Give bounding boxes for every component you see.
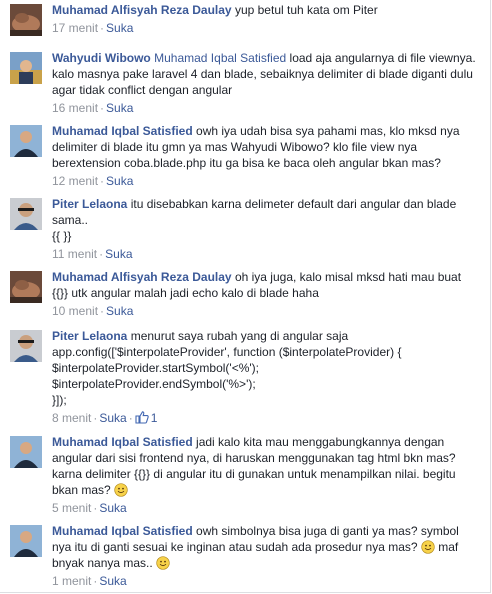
comment-author[interactable]: Piter Lelaona <box>52 197 127 211</box>
meta-separator: · <box>128 411 133 425</box>
meta-separator: · <box>100 304 105 318</box>
avatar[interactable] <box>10 4 42 36</box>
comment-meta: 17 menit · Suka <box>52 20 478 36</box>
comment-mention[interactable]: Muhamad Iqbal Satisfied <box>154 51 286 65</box>
smile-emoji-icon <box>114 483 128 497</box>
comment-author[interactable]: Muhamad Alfisyah Reza Daulay <box>52 270 232 284</box>
code-line: $interpolateProvider.endSymbol('%>'); <box>52 377 256 391</box>
comment-time[interactable]: 17 menit <box>52 21 98 35</box>
meta-separator: · <box>100 101 105 115</box>
comment-text: yup betul tuh kata om Piter <box>234 3 378 17</box>
comment-time[interactable]: 10 menit <box>52 304 98 318</box>
comments-panel: Muhamad Alfisyah Reza Daulay yup betul t… <box>0 0 491 593</box>
avatar[interactable] <box>10 436 42 468</box>
like-button[interactable]: Suka <box>99 501 126 515</box>
like-count[interactable]: 1 <box>151 411 158 425</box>
code-line: }]); <box>52 393 67 407</box>
comment-text: menurut saya rubah yang di angular saja <box>130 329 349 343</box>
comment-author[interactable]: Wahyudi Wibowo <box>52 51 151 65</box>
code-line: $interpolateProvider.startSymbol('<%'); <box>52 361 260 375</box>
meta-separator: · <box>99 247 104 261</box>
avatar[interactable] <box>10 125 42 157</box>
comment-time[interactable]: 5 menit <box>52 501 91 515</box>
comment-time[interactable]: 12 menit <box>52 174 98 188</box>
comment-time[interactable]: 11 menit <box>52 247 97 261</box>
comment-author[interactable]: Piter Lelaona <box>52 329 127 343</box>
avatar[interactable] <box>10 52 42 84</box>
comment-author[interactable]: Muhamad Iqbal Satisfied <box>52 435 193 449</box>
comment-meta: 12 menit · Suka <box>52 173 478 189</box>
comment-author[interactable]: Muhamad Alfisyah Reza Daulay <box>52 3 232 17</box>
avatar[interactable] <box>10 271 42 303</box>
like-button[interactable]: Suka <box>106 304 133 318</box>
comment-time[interactable]: 8 menit <box>52 411 91 425</box>
like-button[interactable]: Suka <box>99 411 126 425</box>
smile-emoji-icon <box>421 540 435 554</box>
avatar[interactable] <box>10 525 42 557</box>
like-button[interactable]: Suka <box>99 574 126 588</box>
comment-time[interactable]: 1 menit <box>52 574 91 588</box>
comment-meta: 1 menit · Suka <box>52 573 478 589</box>
comment-text-line: {{ }} <box>52 229 72 243</box>
smile-emoji-icon <box>156 556 170 570</box>
comment-meta: 16 menit · Suka <box>52 100 478 116</box>
like-button[interactable]: Suka <box>106 101 133 115</box>
avatar[interactable] <box>10 330 42 362</box>
thumbs-up-icon[interactable] <box>135 411 149 424</box>
comment-time[interactable]: 16 menit <box>52 101 98 115</box>
code-line: app.config(['$interpolateProvider', func… <box>52 345 402 359</box>
comment-meta: 5 menit · Suka <box>52 500 478 516</box>
comment-author[interactable]: Muhamad Iqbal Satisfied <box>52 524 193 538</box>
comment-meta: 10 menit · Suka <box>52 303 478 319</box>
meta-separator: · <box>100 21 105 35</box>
avatar[interactable] <box>10 198 42 230</box>
meta-separator: · <box>100 174 105 188</box>
comment-meta: 8 menit · Suka · 1 <box>52 410 478 426</box>
like-button[interactable]: Suka <box>106 21 133 35</box>
like-button[interactable]: Suka <box>105 247 132 261</box>
like-button[interactable]: Suka <box>106 174 133 188</box>
comment-meta: 11 menit · Suka <box>52 246 478 262</box>
comment-author[interactable]: Muhamad Iqbal Satisfied <box>52 124 193 138</box>
